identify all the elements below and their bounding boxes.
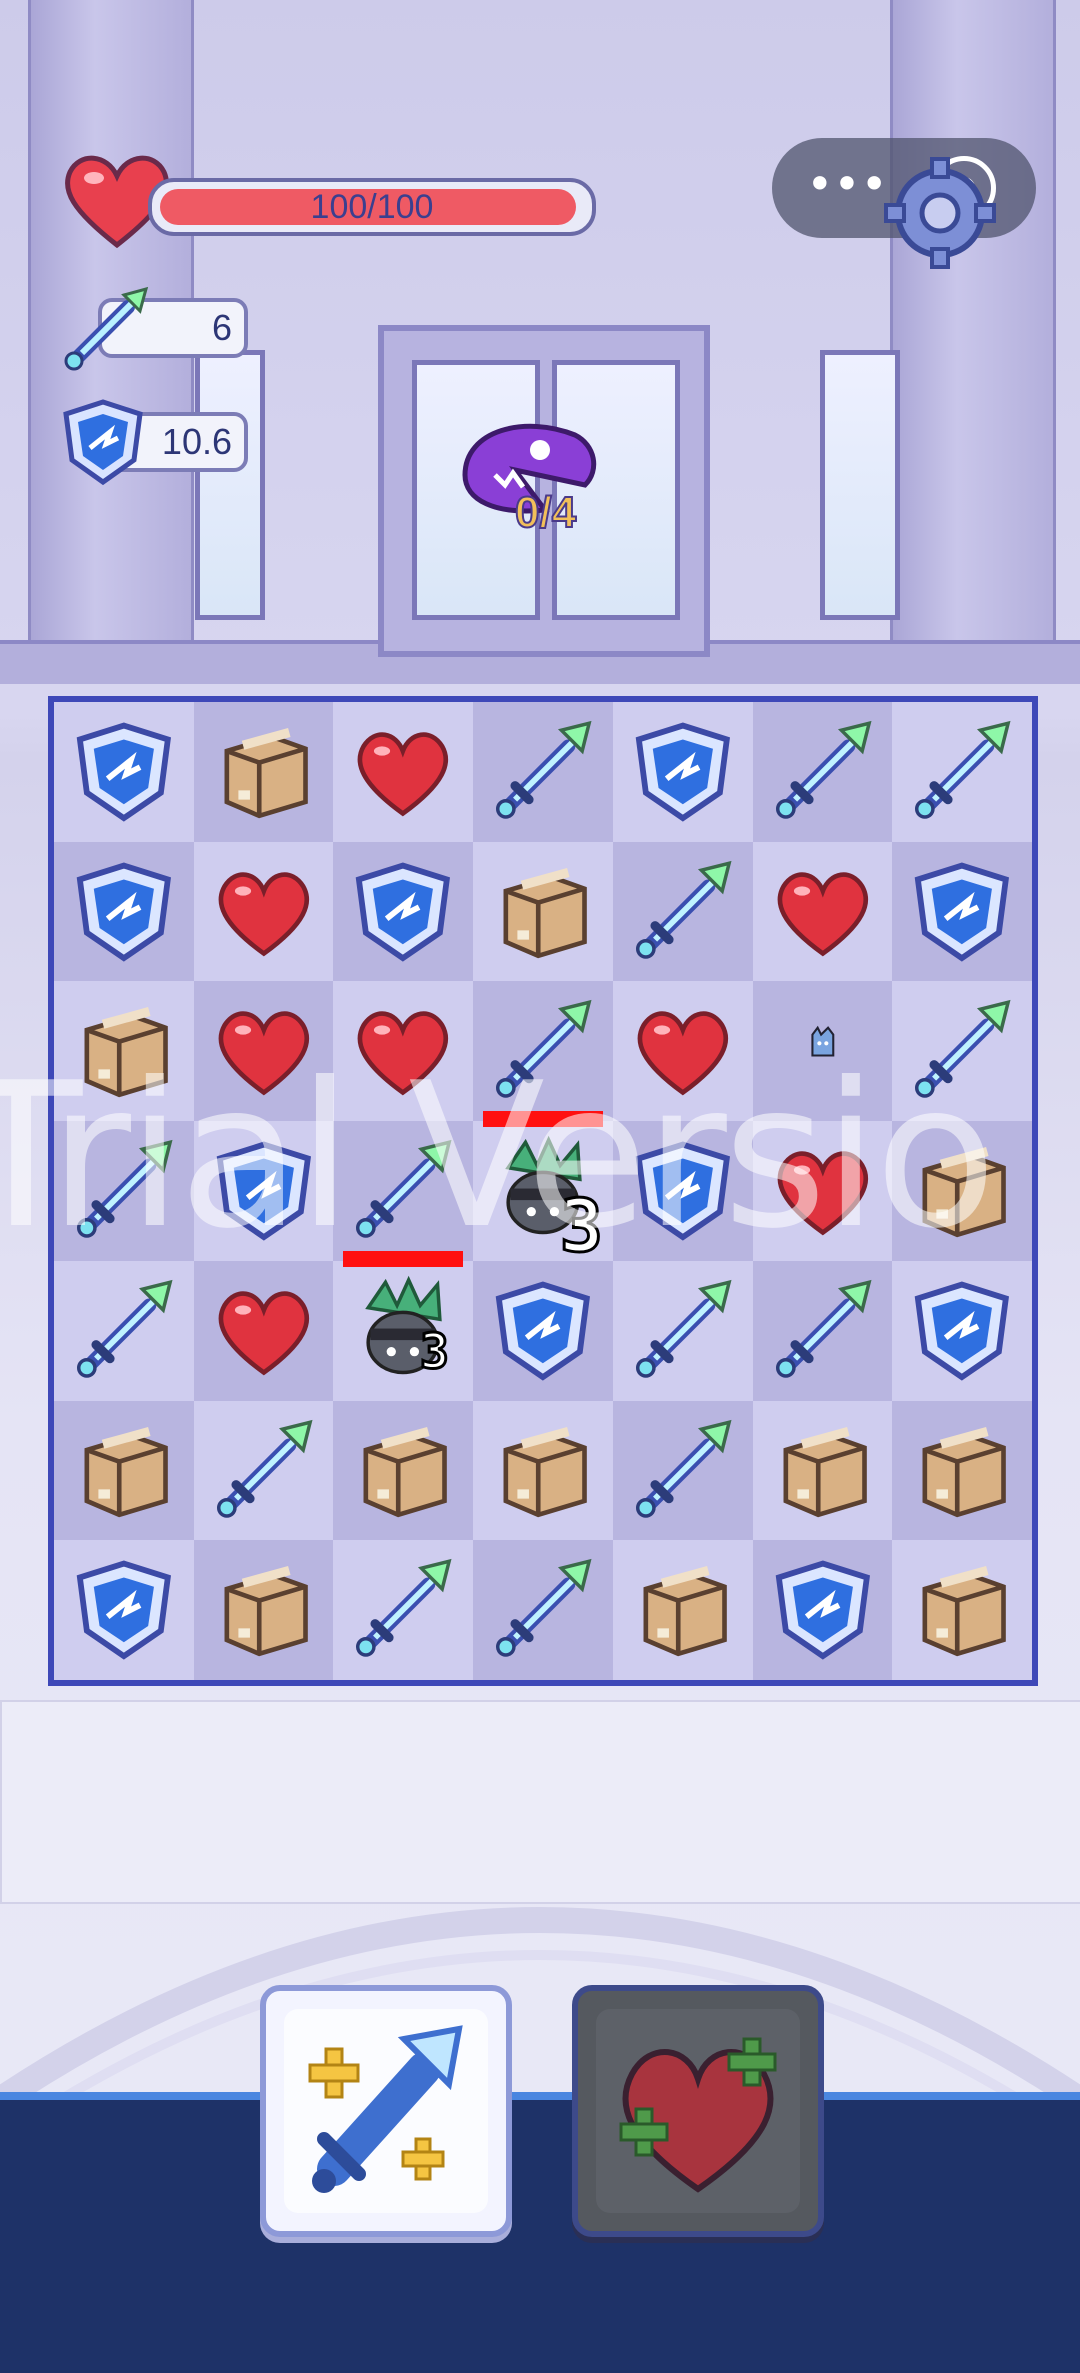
board-cell[interactable]: [473, 1260, 613, 1401]
sword-tile-icon: [66, 1273, 182, 1389]
board-cell[interactable]: [54, 1260, 194, 1401]
board-cell[interactable]: [473, 1400, 613, 1541]
board-cell[interactable]: [752, 1400, 893, 1541]
heart-tile-icon: [765, 854, 881, 970]
board-cell[interactable]: [193, 841, 334, 982]
board-cell[interactable]: [612, 841, 753, 982]
heart-tile-icon: [206, 1273, 322, 1389]
board-cell[interactable]: [892, 702, 1032, 842]
board-cell[interactable]: [193, 1400, 334, 1541]
shield-tile-icon: [66, 1552, 182, 1668]
board-cell[interactable]: [752, 1260, 893, 1401]
box-tile-icon: [485, 854, 601, 970]
shield-tile-icon: [765, 1552, 881, 1668]
pillar-right: [890, 0, 1056, 660]
shield-tile-icon: [485, 1273, 601, 1389]
gear-icon[interactable]: [880, 145, 1000, 275]
board-cell[interactable]: [892, 1540, 1032, 1680]
bottom-panel: [0, 2100, 1080, 2373]
shield-tile-icon: [625, 714, 741, 830]
enemy-turn-counter: 3: [419, 1322, 451, 1381]
shield-tile-icon: [66, 714, 182, 830]
board-cell[interactable]: [612, 1540, 753, 1680]
side-window-left: [195, 350, 265, 620]
board-cell[interactable]: [333, 1540, 474, 1680]
shield-tile-icon: [904, 854, 1020, 970]
board-cell[interactable]: [752, 702, 893, 842]
sword-tile-icon: [485, 1552, 601, 1668]
board-cell[interactable]: [612, 1400, 753, 1541]
board-cell[interactable]: [892, 841, 1032, 982]
sword-tile-icon: [765, 714, 881, 830]
shield-icon: [60, 398, 146, 486]
sword-tile-icon: [765, 1273, 881, 1389]
sword-tile-icon: [904, 714, 1020, 830]
board-cell[interactable]: [333, 1400, 474, 1541]
board-cell[interactable]: [612, 1260, 753, 1401]
board-cell[interactable]: [892, 1400, 1032, 1541]
board-cell[interactable]: [473, 702, 613, 842]
sword-icon: [58, 285, 154, 375]
shield-tile-icon: [66, 854, 182, 970]
sword-tile-icon: [345, 1552, 461, 1668]
board-cell[interactable]: [752, 1540, 893, 1680]
floor-arch: [0, 1907, 1080, 2100]
box-tile-icon: [345, 1413, 461, 1529]
board-cell[interactable]: [54, 841, 194, 982]
heart-tile-icon: [345, 714, 461, 830]
board-cell[interactable]: [54, 1400, 194, 1541]
board-cell[interactable]: [193, 702, 334, 842]
sword-tile-icon: [625, 1413, 741, 1529]
board-cell[interactable]: [193, 1260, 334, 1401]
heart-tile-icon: [206, 854, 322, 970]
box-tile-icon: [66, 1413, 182, 1529]
heal-icon-area: [596, 2009, 800, 2213]
board-cell[interactable]: [473, 1540, 613, 1680]
board-cell[interactable]: [54, 702, 194, 842]
box-tile-icon: [904, 1413, 1020, 1529]
attack-boost-icon-area: [284, 2009, 488, 2213]
shield-tile-icon: [904, 1273, 1020, 1389]
board-cell[interactable]: [54, 1540, 194, 1680]
sword-tile-icon: [625, 1273, 741, 1389]
board-cell[interactable]: [193, 1540, 334, 1680]
box-tile-icon: [765, 1413, 881, 1529]
board-cell[interactable]: [892, 1260, 1032, 1401]
board-cell[interactable]: [752, 841, 893, 982]
box-tile-icon: [485, 1413, 601, 1529]
board-cell[interactable]: [333, 1250, 474, 1401]
hp-bar: 100/100: [148, 178, 596, 236]
sword-plus-icon: [308, 2025, 463, 2193]
shield-tile-icon: [345, 854, 461, 970]
heart-plus-icon: [619, 2037, 777, 2193]
hp-text: 100/100: [310, 188, 434, 226]
box-tile-icon: [625, 1552, 741, 1668]
attack-boost-button[interactable]: [260, 1985, 512, 2237]
board-cell[interactable]: [333, 702, 474, 842]
sword-tile-icon: [485, 714, 601, 830]
sword-tile-icon: [206, 1413, 322, 1529]
box-tile-icon: [904, 1552, 1020, 1668]
heal-button[interactable]: [572, 1985, 824, 2237]
box-tile-icon: [206, 714, 322, 830]
more-dots-icon[interactable]: •••: [802, 161, 892, 214]
attack-value: 6: [211, 307, 232, 348]
board-cell[interactable]: [473, 841, 613, 982]
defense-value: 10.6: [161, 421, 232, 462]
wave-counter: 0/4: [514, 487, 577, 538]
board-cell[interactable]: [612, 702, 753, 842]
trial-watermark: Trial Versio: [0, 1040, 997, 1273]
side-window: [820, 350, 900, 620]
board-cell[interactable]: [333, 841, 474, 982]
box-tile-icon: [206, 1552, 322, 1668]
sword-tile-icon: [625, 854, 741, 970]
